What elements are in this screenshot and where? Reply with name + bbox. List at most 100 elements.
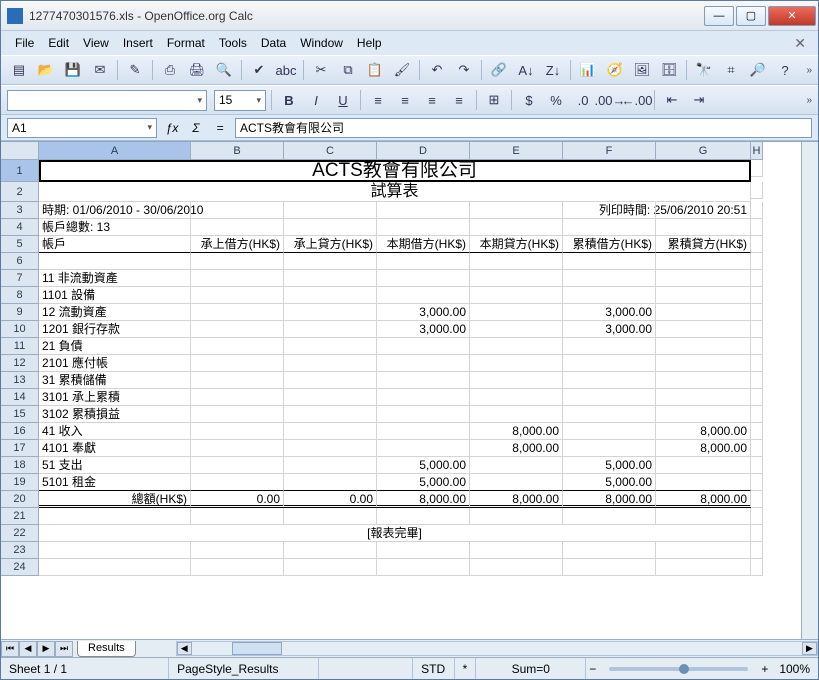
cell[interactable]: 0.00 (284, 491, 377, 508)
cell[interactable] (751, 304, 763, 321)
help-icon[interactable]: ? (773, 58, 797, 82)
cell[interactable] (563, 440, 656, 457)
cell[interactable]: 4101 奉獻 (39, 440, 191, 457)
col-header-A[interactable]: A (39, 142, 191, 160)
cell[interactable] (656, 355, 751, 372)
cell[interactable] (377, 423, 470, 440)
menu-help[interactable]: Help (351, 34, 388, 52)
cell[interactable] (191, 270, 284, 287)
row-header[interactable]: 4 (1, 219, 39, 236)
cell[interactable]: 8,000.00 (563, 491, 656, 508)
cell[interactable] (656, 304, 751, 321)
sort-desc-icon[interactable]: Z↓ (541, 58, 565, 82)
cell[interactable] (470, 219, 563, 236)
cell[interactable] (563, 372, 656, 389)
align-justify-icon[interactable]: ≡ (447, 88, 471, 112)
row-header[interactable]: 10 (1, 321, 39, 338)
cell[interactable] (470, 508, 563, 525)
headers-icon[interactable]: ⌗ (719, 58, 743, 82)
redo-icon[interactable]: ↷ (452, 58, 476, 82)
cell[interactable] (191, 253, 284, 270)
cell[interactable] (751, 219, 763, 236)
add-decimal-icon[interactable]: .00→ (598, 88, 622, 112)
cell[interactable] (751, 270, 763, 287)
align-right-icon[interactable]: ≡ (420, 88, 444, 112)
cell[interactable] (470, 542, 563, 559)
row-header[interactable]: 24 (1, 559, 39, 576)
cell[interactable] (191, 389, 284, 406)
email-icon[interactable]: ✉ (88, 58, 112, 82)
cell[interactable]: 5101 租金 (39, 474, 191, 491)
datasources-icon[interactable]: 🗄 (657, 58, 681, 82)
cell[interactable] (751, 355, 763, 372)
cell[interactable] (377, 287, 470, 304)
cell[interactable] (656, 457, 751, 474)
cell[interactable] (563, 219, 656, 236)
cell[interactable] (191, 287, 284, 304)
cell[interactable] (284, 440, 377, 457)
cell[interactable] (191, 457, 284, 474)
cell[interactable] (656, 559, 751, 576)
paintbrush-icon[interactable]: 🖌 (390, 58, 414, 82)
cell[interactable] (751, 491, 763, 508)
cell[interactable] (751, 321, 763, 338)
cell[interactable] (751, 202, 763, 219)
cell[interactable] (470, 457, 563, 474)
cell[interactable]: 本期貸方(HK$) (470, 236, 563, 253)
remove-decimal-icon[interactable]: ←.00 (625, 88, 649, 112)
cell[interactable] (470, 372, 563, 389)
cell[interactable]: 2101 應付帳 (39, 355, 191, 372)
cell[interactable] (191, 406, 284, 423)
cell[interactable] (191, 559, 284, 576)
cell[interactable] (191, 542, 284, 559)
number-format-icon[interactable]: .0 (571, 88, 595, 112)
row-header[interactable]: 6 (1, 253, 39, 270)
cell[interactable] (284, 389, 377, 406)
cell[interactable]: 8,000.00 (470, 491, 563, 508)
zoom-slider[interactable] (609, 667, 748, 671)
cell[interactable] (563, 423, 656, 440)
cell[interactable] (751, 559, 763, 576)
cell[interactable] (751, 423, 763, 440)
cell[interactable] (656, 321, 751, 338)
cell[interactable] (284, 355, 377, 372)
font-name-combo[interactable] (7, 90, 207, 111)
undo-icon[interactable]: ↶ (425, 58, 449, 82)
print-icon[interactable]: 🖨 (185, 58, 209, 82)
cell[interactable] (39, 542, 191, 559)
cell[interactable] (284, 457, 377, 474)
cell[interactable] (284, 287, 377, 304)
formula-input[interactable]: ACTS教會有限公司 (235, 118, 812, 138)
cell[interactable] (191, 219, 284, 236)
row-header[interactable]: 12 (1, 355, 39, 372)
minimize-button[interactable]: — (704, 6, 734, 26)
new-icon[interactable]: ▤ (7, 58, 31, 82)
cell[interactable] (284, 542, 377, 559)
menu-tools[interactable]: Tools (213, 34, 253, 52)
cell[interactable] (284, 559, 377, 576)
cell[interactable]: 帳戶總數: 13 (39, 219, 191, 236)
cell[interactable] (563, 508, 656, 525)
cell[interactable] (563, 542, 656, 559)
tab-first-icon[interactable]: ⏮ (1, 641, 19, 657)
menu-format[interactable]: Format (161, 34, 211, 52)
row-header[interactable]: 2 (1, 182, 39, 202)
cell[interactable] (656, 270, 751, 287)
cell[interactable] (656, 287, 751, 304)
cell[interactable] (284, 406, 377, 423)
cell[interactable]: 8,000.00 (656, 423, 751, 440)
cell[interactable] (470, 304, 563, 321)
align-center-icon[interactable]: ≡ (393, 88, 417, 112)
cell[interactable] (39, 508, 191, 525)
cell[interactable] (751, 440, 763, 457)
cell[interactable] (656, 372, 751, 389)
cell[interactable] (284, 202, 377, 219)
font-size-combo[interactable]: 15 (214, 90, 266, 111)
maximize-button[interactable]: ▢ (736, 6, 766, 26)
cell[interactable]: 5,000.00 (377, 457, 470, 474)
cell[interactable] (656, 542, 751, 559)
row-header[interactable]: 21 (1, 508, 39, 525)
tab-last-icon[interactable]: ⏭ (55, 641, 73, 657)
col-header-E[interactable]: E (470, 142, 563, 160)
cell[interactable] (470, 559, 563, 576)
